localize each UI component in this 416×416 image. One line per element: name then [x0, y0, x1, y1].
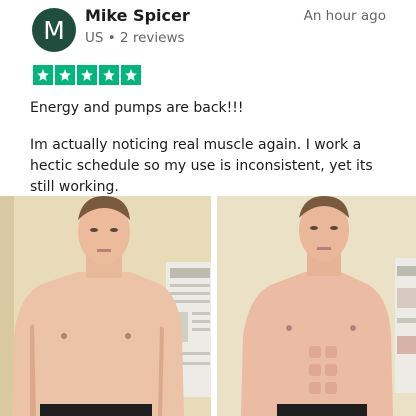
star-icon	[121, 65, 141, 85]
star-icon	[55, 65, 75, 85]
after-photo[interactable]	[217, 196, 416, 416]
review-body: Im actually noticing real muscle again. …	[30, 137, 373, 195]
reviewer-name[interactable]: Mike Spicer	[85, 6, 190, 25]
star-icon	[99, 65, 119, 85]
reviewer-meta: US • 2 reviews	[85, 30, 185, 46]
before-photo[interactable]	[0, 196, 211, 416]
review-time: An hour ago	[303, 8, 386, 24]
star-icon	[33, 65, 53, 85]
before-photo-image	[0, 196, 211, 416]
star-rating	[33, 65, 141, 85]
star-icon	[77, 65, 97, 85]
after-photo-image	[217, 196, 416, 416]
avatar[interactable]: M	[32, 8, 76, 52]
review-title: Energy and pumps are back!!!	[30, 100, 244, 116]
